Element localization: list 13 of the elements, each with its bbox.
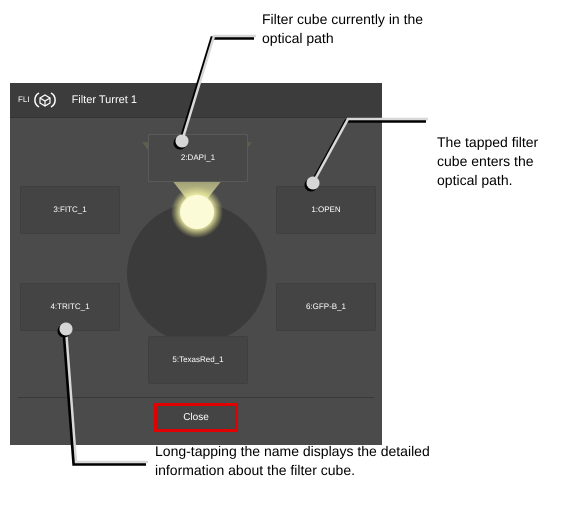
turret-icon [34, 90, 56, 110]
filter-cube-button[interactable]: 2:DAPI_1 [148, 134, 248, 182]
close-button[interactable]: Close [154, 403, 238, 432]
filter-cube-button[interactable]: 1:OPEN [276, 186, 376, 234]
filter-cube-button[interactable]: 3:FITC_1 [20, 186, 120, 234]
filter-cube-button[interactable]: 4:TRITC_1 [20, 283, 120, 331]
filter-cube-button[interactable]: 6:GFP-B_1 [276, 283, 376, 331]
annotation-text: The tapped filter cube enters the optical path. [437, 133, 540, 190]
annotation-text: Long-tapping the name displays the detailed information about the filter cube. [155, 442, 431, 480]
logo-text: FLI [18, 94, 30, 106]
filter-cube-button[interactable]: 5:TexasRed_1 [148, 336, 248, 384]
annotation-text: Filter cube currently in the optical path [262, 10, 424, 48]
window-title: Filter Turret 1 [72, 92, 137, 108]
